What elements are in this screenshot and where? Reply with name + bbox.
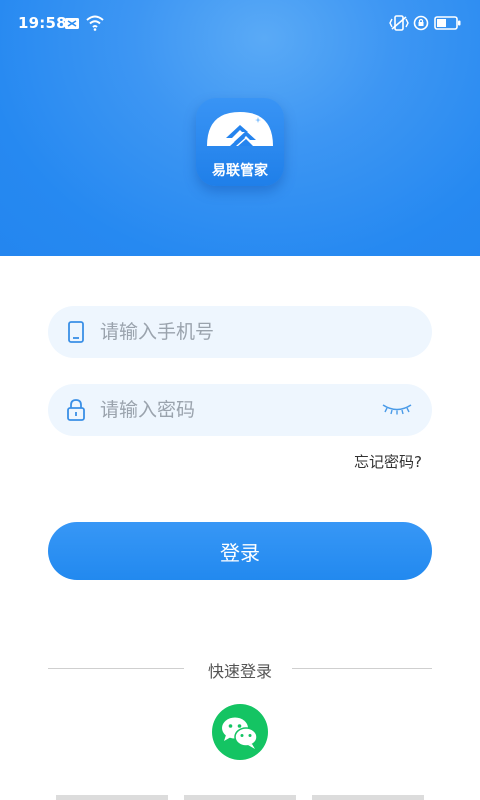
wechat-login-button[interactable]	[212, 704, 268, 760]
bottom-bar-segment	[312, 795, 424, 800]
alarm-icon	[413, 15, 429, 31]
logo-app-name: 易联管家	[212, 163, 268, 179]
logo-emblem-icon	[207, 112, 273, 146]
password-field[interactable]	[48, 384, 432, 436]
wechat-icon	[222, 717, 258, 749]
lock-icon	[67, 399, 85, 421]
vibrate-icon	[389, 15, 409, 31]
bottom-bar-segment	[56, 795, 168, 800]
password-input[interactable]	[100, 384, 400, 436]
status-bar: 19:58	[0, 0, 480, 48]
status-time: 19:58	[18, 14, 67, 32]
notification-icon	[65, 18, 79, 29]
eye-closed-icon[interactable]	[380, 402, 414, 416]
phone-field[interactable]	[48, 306, 432, 358]
wifi-icon	[86, 15, 104, 31]
battery-icon	[434, 16, 461, 30]
app-logo: 易联管家	[196, 98, 284, 186]
header-banner: 19:58 易联管家	[0, 0, 480, 256]
bottom-bar-segment	[184, 795, 296, 800]
forgot-password-link[interactable]: 忘记密码?	[354, 451, 422, 472]
quick-login-label: 快速登录	[207, 662, 272, 681]
phone-icon	[68, 321, 84, 343]
login-button[interactable]: 登录	[48, 522, 432, 580]
phone-input[interactable]	[100, 306, 400, 358]
